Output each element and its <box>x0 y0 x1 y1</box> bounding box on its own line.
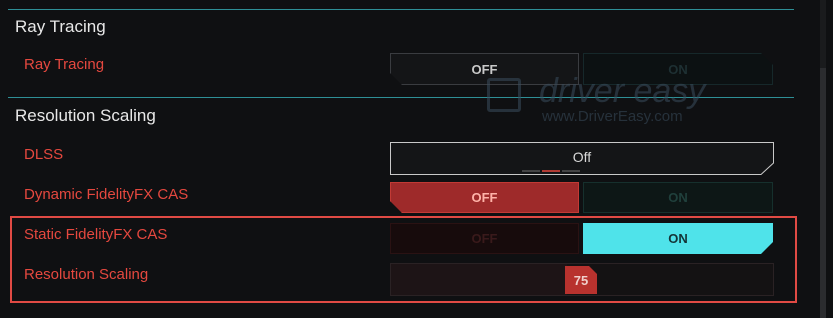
dynamic-cas-off-label: OFF <box>471 190 498 205</box>
highlight-box <box>10 216 797 303</box>
watermark-brand: driver easy <box>539 72 706 110</box>
dlss-dropdown[interactable]: Off <box>390 142 774 175</box>
section-title-ray-tracing: Ray Tracing <box>15 17 106 36</box>
setting-label-ray-tracing: Ray Tracing <box>24 56 105 73</box>
setting-label-dlss: DLSS <box>24 146 64 163</box>
setting-label-dynamic-cas: Dynamic FidelityFX CAS <box>24 186 189 203</box>
section-top-divider <box>8 9 794 10</box>
dynamic-cas-on-label: ON <box>668 190 688 205</box>
dynamic-cas-on-button[interactable]: ON <box>583 182 773 213</box>
watermark-url: www.DriverEasy.com <box>542 108 683 125</box>
dynamic-cas-off-button[interactable]: OFF <box>390 182 579 213</box>
watermark-logo-icon <box>487 78 521 112</box>
section-title-resolution-scaling: Resolution Scaling <box>15 106 156 125</box>
scrollbar-thumb[interactable] <box>820 68 826 318</box>
dlss-value: Off <box>572 148 592 165</box>
